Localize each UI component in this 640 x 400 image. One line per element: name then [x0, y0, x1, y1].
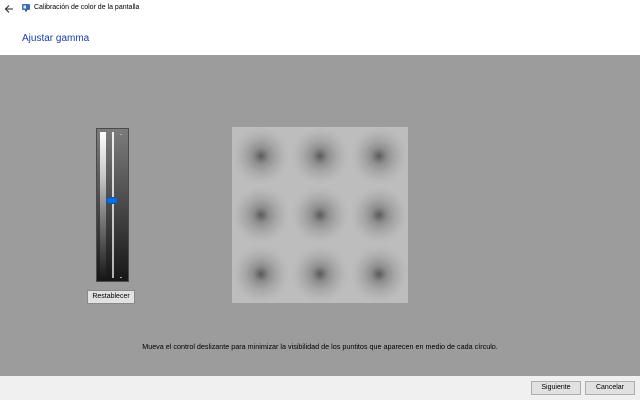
- footer: Siguiente Cancelar: [0, 376, 640, 400]
- sample-dot: [291, 186, 349, 244]
- sample-dot: [232, 127, 291, 186]
- gamma-slider[interactable]: [96, 128, 129, 282]
- sample-dot: [291, 244, 349, 303]
- sample-dot: [232, 244, 291, 303]
- sample-dot: [349, 186, 408, 244]
- slider-tick-top: [120, 134, 122, 135]
- sample-dot: [232, 186, 291, 244]
- reset-button[interactable]: Restablecer: [87, 290, 135, 304]
- sample-dot: [349, 244, 408, 303]
- sample-dot: [291, 127, 349, 186]
- back-button[interactable]: [0, 0, 18, 18]
- gamma-sample-image: [232, 127, 408, 303]
- instruction-text: Mueva el control deslizante para minimiz…: [142, 342, 498, 351]
- slider-thumb[interactable]: [106, 197, 118, 205]
- slider-tick-bottom: [120, 277, 122, 278]
- cancel-button[interactable]: Cancelar: [585, 381, 635, 395]
- next-button[interactable]: Siguiente: [531, 381, 581, 395]
- sample-dot: [349, 127, 408, 186]
- slider-track[interactable]: [112, 132, 114, 278]
- content-area: Restablecer Mueva el control deslizante …: [0, 55, 640, 376]
- header: Ajustar gamma: [0, 18, 640, 55]
- display-calibration-icon: [22, 4, 30, 12]
- back-arrow-icon: [4, 5, 13, 13]
- page-title: Ajustar gamma: [22, 33, 90, 44]
- title-bar: Calibración de color de la pantalla: [0, 0, 640, 18]
- window-title: Calibración de color de la pantalla: [34, 4, 140, 11]
- gamma-gradient-strip: [100, 132, 106, 278]
